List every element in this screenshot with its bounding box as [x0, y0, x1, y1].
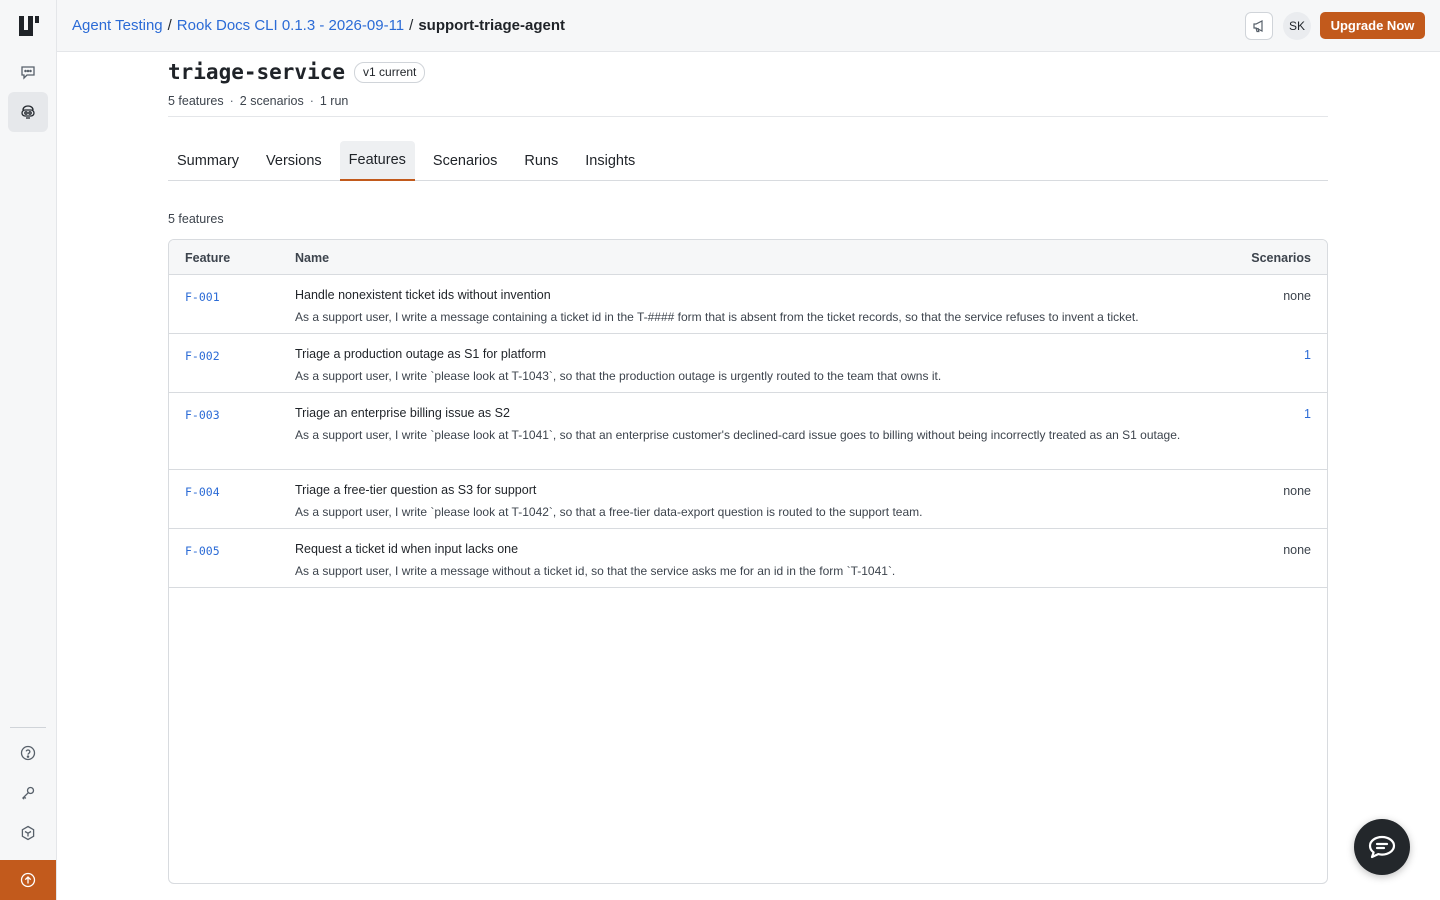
tab-runs[interactable]: Runs [515, 141, 567, 181]
feature-id-link[interactable]: F-001 [185, 290, 220, 304]
breadcrumb-separator: / [409, 17, 414, 34]
breadcrumb-agent-testing[interactable]: Agent Testing [72, 17, 163, 34]
sidebar-item-help[interactable] [8, 733, 48, 773]
key-icon [22, 786, 35, 800]
breadcrumb-current: support-triage-agent [418, 17, 565, 34]
sidebar-item-settings[interactable] [8, 813, 48, 853]
column-header-scenarios: Scenarios [1251, 251, 1311, 265]
tab-scenarios[interactable]: Scenarios [424, 141, 506, 181]
column-header-name: Name [295, 251, 330, 265]
table-header: Feature Name Scenarios [169, 240, 1327, 275]
meta-scenarios-count: 2 scenarios [239, 94, 304, 108]
sidebar-item-keys[interactable] [8, 773, 48, 813]
chat-icon [21, 66, 35, 80]
version-badge: v1 current [354, 61, 426, 83]
breadcrumb-project[interactable]: Rook Docs CLI 0.1.3 - 2026-09-11 [177, 17, 404, 34]
feature-description: As a support user, I write `please look … [295, 369, 942, 383]
settings-icon [21, 825, 35, 841]
feature-id-link[interactable]: F-003 [185, 408, 220, 422]
upgrade-now-button[interactable]: Upgrade Now [1320, 12, 1425, 39]
logo-icon[interactable] [18, 15, 40, 37]
feature-name: Triage a production outage as S1 for pla… [295, 347, 547, 361]
feature-name: Handle nonexistent ticket ids without in… [295, 288, 551, 302]
page-title: triage-service [168, 60, 346, 84]
meta-separator: · [229, 94, 234, 108]
feature-description: As a support user, I write `please look … [295, 428, 1181, 442]
feature-scenarios: none [1283, 543, 1311, 557]
table-row[interactable]: F-005 Request a ticket id when input lac… [169, 529, 1327, 588]
meta-features-count: 5 features [168, 94, 224, 108]
feature-description: As a support user, I write a message wit… [295, 564, 896, 578]
tab-bar: Summary Versions Features Scenarios Runs… [168, 141, 1328, 181]
sidebar-item-chat[interactable] [8, 52, 48, 92]
feature-description: As a support user, I write `please look … [295, 505, 923, 519]
help-icon [20, 745, 36, 761]
tab-insights[interactable]: Insights [576, 141, 644, 181]
feature-id-link[interactable]: F-005 [185, 544, 220, 558]
service-meta: 5 features · 2 scenarios · 1 run [168, 94, 1328, 108]
sidebar-upgrade-button[interactable] [0, 860, 56, 900]
service-header: triage-service v1 current 5 features · 2 s… [168, 58, 1328, 108]
upgrade-arrow-icon [20, 872, 36, 888]
feature-scenarios: none [1283, 484, 1311, 498]
table-row[interactable]: F-001 Handle nonexistent ticket ids with… [169, 275, 1327, 334]
tab-features[interactable]: Features [339, 141, 415, 181]
top-bar: Agent Testing / Rook Docs CLI 0.1.3 - 2026… [57, 0, 1440, 52]
features-table: Feature Name Scenarios F-001 Handle none… [168, 239, 1328, 884]
table-row[interactable]: F-002 Triage a production outage as S1 f… [169, 334, 1327, 393]
table-row[interactable]: F-003 Triage an enterprise billing issue… [169, 393, 1327, 470]
feature-name: Triage a free-tier question as S3 for su… [295, 483, 537, 497]
feature-scenarios: none [1283, 289, 1311, 303]
meta-separator: · [309, 94, 314, 108]
tab-versions[interactable]: Versions [257, 141, 331, 181]
sidebar [0, 0, 57, 900]
feature-id-link[interactable]: F-004 [185, 485, 220, 499]
column-header-feature: Feature [185, 251, 231, 265]
megaphone-icon [1253, 20, 1263, 33]
tab-summary[interactable]: Summary [168, 141, 248, 181]
avatar[interactable]: SK [1283, 12, 1311, 40]
breadcrumb-separator: / [167, 17, 172, 34]
announcements-button[interactable] [1245, 12, 1273, 40]
feature-scenarios-link[interactable]: 1 [1304, 407, 1311, 421]
feature-description: As a support user, I write a message con… [295, 310, 1139, 324]
feature-name: Request a ticket id when input lacks one [295, 542, 519, 556]
meta-runs-count: 1 run [319, 94, 349, 108]
chat-support-button[interactable] [1354, 819, 1410, 875]
table-row[interactable]: F-004 Triage a free-tier question as S3 … [169, 470, 1327, 529]
sidebar-item-agent-testing[interactable] [8, 92, 48, 132]
sidebar-divider [10, 727, 46, 728]
chat-bubble-icon [1368, 835, 1396, 859]
breadcrumb: Agent Testing / Rook Docs CLI 0.1.3 - 2026… [72, 17, 565, 35]
header-divider [168, 116, 1328, 117]
feature-name: Triage an enterprise billing issue as S2 [295, 406, 510, 420]
features-count-label: 5 features [168, 212, 224, 226]
agent-icon [21, 105, 35, 119]
feature-scenarios-link[interactable]: 1 [1304, 348, 1311, 362]
feature-id-link[interactable]: F-002 [185, 349, 220, 363]
